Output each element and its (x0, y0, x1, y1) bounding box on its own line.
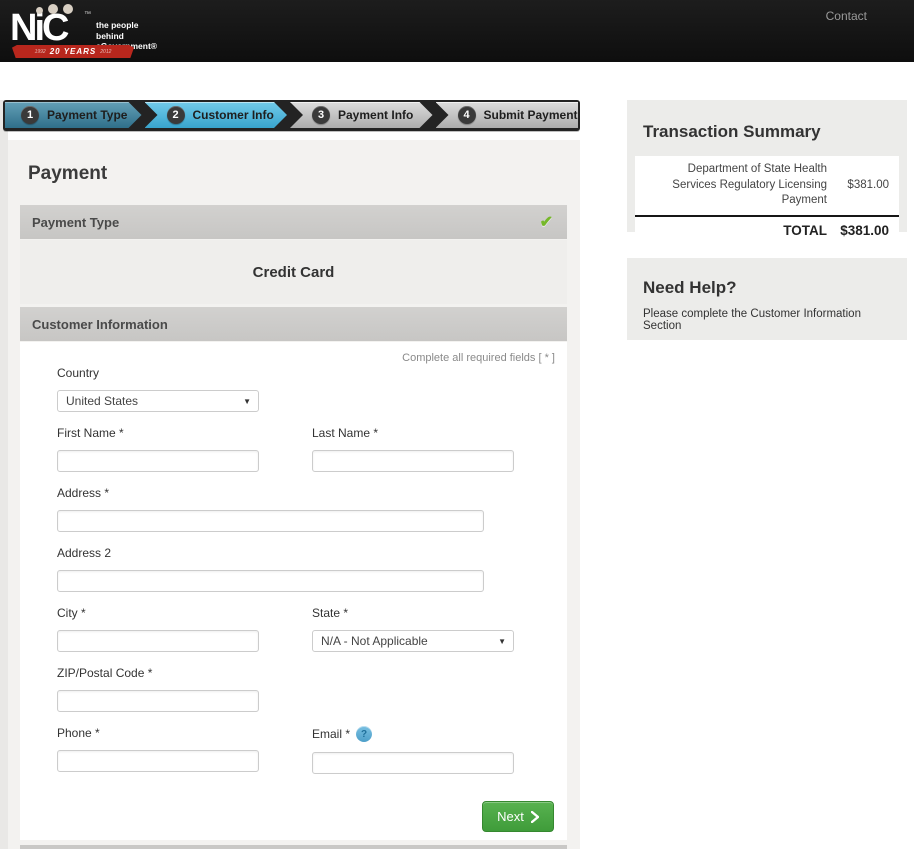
email-field: Email * ? (312, 726, 514, 774)
email-label: Email * ? (312, 726, 514, 742)
section-header-label: Customer Information (32, 317, 168, 332)
zip-label: ZIP/Postal Code * (57, 666, 259, 680)
top-header-bar: NiC ™ the people behind eGovernment® 199… (0, 0, 914, 62)
last-name-label: Last Name * (312, 426, 514, 440)
last-name-field: Last Name * (312, 426, 514, 472)
state-selected-value: N/A - Not Applicable (321, 634, 428, 648)
ribbon-text: 20 YEARS (50, 47, 97, 56)
phone-field: Phone * (57, 726, 259, 774)
need-help-text: Please complete the Customer Information… (643, 308, 891, 332)
address-label: Address * (57, 486, 484, 500)
ribbon-year-right: 2012 (100, 49, 111, 55)
logo-dot-icon (48, 4, 58, 14)
step-number-badge: 1 (21, 106, 39, 124)
step-number-badge: 4 (458, 106, 476, 124)
step-number-badge: 3 (312, 106, 330, 124)
address2-input[interactable] (57, 570, 484, 592)
first-name-label: First Name * (57, 426, 259, 440)
anniversary-ribbon: 1992 20 YEARS 2012 (12, 45, 134, 58)
address2-label: Address 2 (57, 546, 484, 560)
total-label: TOTAL (783, 223, 827, 238)
tagline-line: behind (96, 31, 157, 42)
logo-dot-icon (63, 4, 73, 14)
progress-steps: 1 Payment Type 2 Customer Info 3 Payment… (3, 100, 580, 131)
address-input[interactable] (57, 510, 484, 532)
section-header-label: Payment Type (32, 215, 119, 230)
payment-type-value: Credit Card (253, 264, 335, 281)
phone-input[interactable] (57, 750, 259, 772)
line-item-amount: $381.00 (835, 179, 889, 191)
next-section-header-peek (20, 845, 567, 849)
page-left-margin (0, 100, 8, 849)
step-label: Payment Type (47, 108, 127, 122)
country-label: Country (57, 366, 259, 380)
first-name-field: First Name * (57, 426, 259, 472)
logo-dot-icon (36, 7, 43, 14)
customer-info-body: Complete all required fields [ * ] Count… (20, 342, 567, 840)
transaction-total-row: TOTAL $381.00 (635, 217, 899, 245)
trademark-symbol: ™ (84, 11, 91, 18)
chevron-right-icon (531, 811, 539, 823)
contact-link[interactable]: Contact (826, 9, 867, 23)
nic-logo-letters: NiC (10, 9, 66, 47)
zip-input[interactable] (57, 690, 259, 712)
phone-label: Phone * (57, 726, 259, 740)
address2-field: Address 2 (57, 546, 484, 592)
step-label: Payment Info (338, 108, 413, 122)
next-button[interactable]: Next (482, 801, 554, 832)
step-submit-payment[interactable]: 4 Submit Payment (436, 102, 579, 128)
address-field: Address * (57, 486, 484, 532)
page-title: Payment (20, 140, 567, 205)
country-field: Country United States ▼ (57, 366, 259, 412)
country-select[interactable]: United States ▼ (57, 390, 259, 412)
step-label: Submit Payment (484, 108, 578, 122)
step-label: Customer Info (193, 108, 274, 122)
line-item-name: Department of State Health Services Regu… (643, 162, 827, 209)
next-button-label: Next (497, 809, 524, 824)
payment-type-section-header[interactable]: Payment Type ✔ (20, 205, 567, 239)
nic-logo: NiC ™ the people behind eGovernment® 199… (10, 3, 160, 59)
last-name-input[interactable] (312, 450, 514, 472)
city-field: City * (57, 606, 259, 652)
transaction-summary-title: Transaction Summary (643, 122, 899, 142)
transaction-summary-table: Department of State Health Services Regu… (635, 156, 899, 245)
email-label-text: Email * (312, 727, 350, 741)
state-field: State * N/A - Not Applicable ▼ (312, 606, 514, 652)
chevron-down-icon: ▼ (498, 637, 506, 646)
state-select[interactable]: N/A - Not Applicable ▼ (312, 630, 514, 652)
state-label: State * (312, 606, 514, 620)
email-input[interactable] (312, 752, 514, 774)
transaction-line-item: Department of State Health Services Regu… (635, 156, 899, 215)
step-payment-type[interactable]: 1 Payment Type (5, 102, 142, 128)
step-number-badge: 2 (167, 106, 185, 124)
chevron-down-icon: ▼ (243, 397, 251, 406)
need-help-panel: Need Help? Please complete the Customer … (627, 258, 907, 340)
payment-type-body: Credit Card (20, 240, 567, 304)
zip-field: ZIP/Postal Code * (57, 666, 259, 712)
ribbon-year-left: 1992 (35, 49, 46, 55)
transaction-summary-panel: Transaction Summary Department of State … (627, 100, 907, 232)
payment-panel: Payment Payment Type ✔ Credit Card Custo… (8, 140, 580, 849)
step-payment-info[interactable]: 3 Payment Info (290, 102, 433, 128)
first-name-input[interactable] (57, 450, 259, 472)
required-fields-note: Complete all required fields [ * ] (20, 342, 567, 364)
checkmark-icon: ✔ (540, 212, 553, 232)
customer-info-section-header[interactable]: Customer Information (20, 307, 567, 341)
country-selected-value: United States (66, 394, 138, 408)
email-help-icon[interactable]: ? (356, 726, 372, 742)
tagline-line: the people (96, 20, 157, 31)
need-help-title: Need Help? (643, 278, 891, 298)
total-amount: $381.00 (827, 223, 889, 238)
step-customer-info[interactable]: 2 Customer Info (145, 102, 288, 128)
city-input[interactable] (57, 630, 259, 652)
city-label: City * (57, 606, 259, 620)
